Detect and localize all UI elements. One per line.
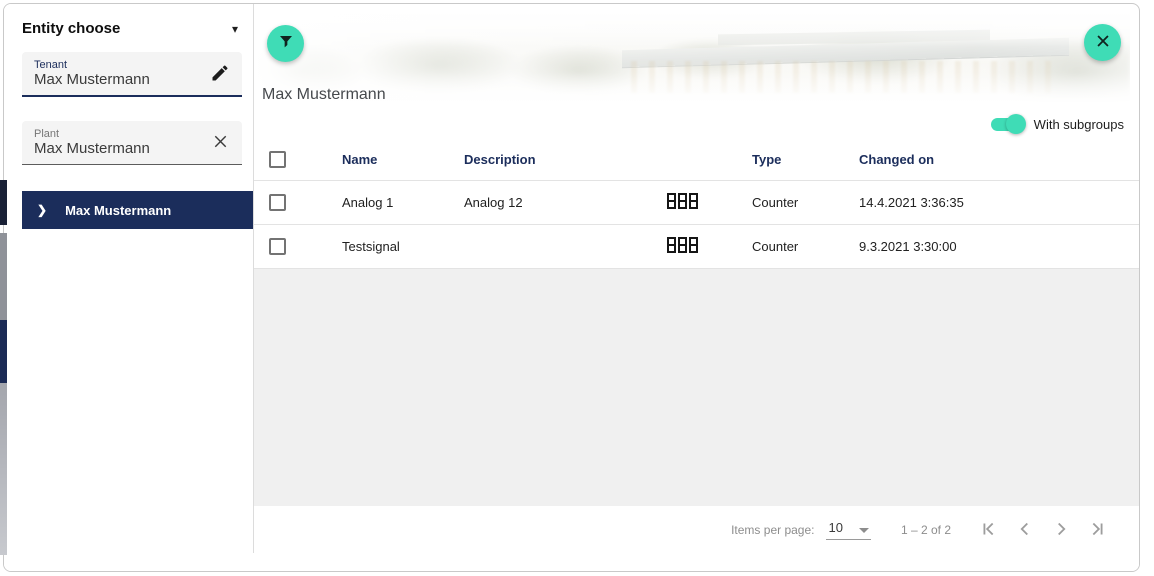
- last-page-button[interactable]: [1085, 518, 1109, 542]
- row-changed-on: 14.4.2021 3:36:35: [859, 195, 1139, 210]
- column-header-description[interactable]: Description: [464, 152, 667, 167]
- row-checkbox[interactable]: [269, 194, 286, 211]
- sidebar-tree-item-max-mustermann[interactable]: ❯ Max Mustermann: [22, 191, 254, 229]
- with-subgroups-toggle[interactable]: [991, 118, 1023, 131]
- plant-clear-button[interactable]: [206, 129, 234, 157]
- plant-field-label: Plant: [34, 128, 206, 140]
- close-button[interactable]: [1084, 24, 1121, 61]
- column-header-type[interactable]: Type: [752, 152, 859, 167]
- header-checkbox-cell: [254, 151, 342, 168]
- row-checkbox-cell: [254, 194, 342, 211]
- entity-choose-dialog: Entity choose ▾ Tenant Max Mustermann Pl…: [3, 3, 1140, 572]
- first-page-icon: [978, 518, 1000, 543]
- sidebar-title: Entity choose: [22, 20, 120, 37]
- row-name: Analog 1: [342, 195, 464, 210]
- tenant-edit-button[interactable]: [206, 60, 234, 88]
- table-empty-area: [254, 269, 1139, 506]
- with-subgroups-label: With subgroups: [1034, 117, 1124, 132]
- collapse-caret-icon[interactable]: ▾: [230, 21, 240, 37]
- row-signal-cell: [667, 193, 752, 212]
- page-size-select[interactable]: 10: [826, 520, 870, 540]
- row-name: Testsignal: [342, 239, 464, 254]
- row-checkbox-cell: [254, 238, 342, 255]
- items-per-page-label: Items per page:: [731, 523, 814, 537]
- paginator-nav: [977, 518, 1109, 542]
- close-icon: [1094, 32, 1112, 53]
- table-row[interactable]: Analog 1 Analog 12 Counter 14.4.2021 3:3…: [254, 181, 1139, 225]
- plant-field-text: Plant Max Mustermann: [34, 128, 206, 158]
- column-header-changed-on[interactable]: Changed on: [859, 152, 1139, 167]
- row-changed-on: 9.3.2021 3:30:00: [859, 239, 1139, 254]
- next-page-button[interactable]: [1049, 518, 1073, 542]
- subgroups-toggle-row: With subgroups: [254, 111, 1139, 137]
- select-all-checkbox[interactable]: [269, 151, 286, 168]
- x-icon: [211, 132, 230, 154]
- range-label: 1 – 2 of 2: [901, 523, 951, 537]
- plant-field-value: Max Mustermann: [34, 140, 150, 157]
- table-row[interactable]: Testsignal Counter 9.3.2021 3:30:00: [254, 225, 1139, 269]
- tenant-field[interactable]: Tenant Max Mustermann: [22, 52, 242, 97]
- signals-panel: Max Mustermann With subgroups Name Descr…: [254, 4, 1139, 571]
- page-size-value: 10: [828, 520, 842, 535]
- row-type: Counter: [752, 195, 859, 210]
- previous-page-button[interactable]: [1013, 518, 1037, 542]
- funnel-icon: [277, 33, 295, 54]
- last-page-icon: [1086, 518, 1108, 543]
- header-photo: Max Mustermann: [254, 13, 1130, 109]
- sidebar-header: Entity choose ▾: [4, 4, 254, 37]
- row-type: Counter: [752, 239, 859, 254]
- row-signal-cell: [667, 237, 752, 256]
- first-page-button[interactable]: [977, 518, 1001, 542]
- seven-segment-888-icon: [667, 193, 698, 209]
- chevron-down-icon: [859, 528, 869, 533]
- column-header-name[interactable]: Name: [342, 152, 464, 167]
- chevron-right-icon: [1050, 518, 1072, 543]
- filter-button[interactable]: [267, 25, 304, 62]
- tenant-field-value: Max Mustermann: [34, 71, 150, 88]
- tree-item-label: Max Mustermann: [65, 203, 171, 218]
- paginator: Items per page: 10 1 – 2 of 2: [254, 506, 1139, 554]
- row-checkbox[interactable]: [269, 238, 286, 255]
- bottom-spacer: [254, 554, 1139, 571]
- tenant-field-text: Tenant Max Mustermann: [34, 59, 206, 89]
- panel-title: Max Mustermann: [262, 86, 386, 104]
- table-header-row: Name Description Type Changed on: [254, 139, 1139, 181]
- entity-sidebar: Entity choose ▾ Tenant Max Mustermann Pl…: [4, 4, 254, 571]
- pencil-icon: [210, 63, 230, 86]
- chevron-right-icon: ❯: [37, 203, 47, 217]
- screen: Entity choose ▾ Tenant Max Mustermann Pl…: [0, 0, 1154, 576]
- chevron-left-icon: [1014, 518, 1036, 543]
- seven-segment-888-icon: [667, 237, 698, 253]
- row-description: Analog 12: [464, 195, 667, 210]
- tenant-field-label: Tenant: [34, 59, 206, 71]
- plant-field[interactable]: Plant Max Mustermann: [22, 121, 242, 165]
